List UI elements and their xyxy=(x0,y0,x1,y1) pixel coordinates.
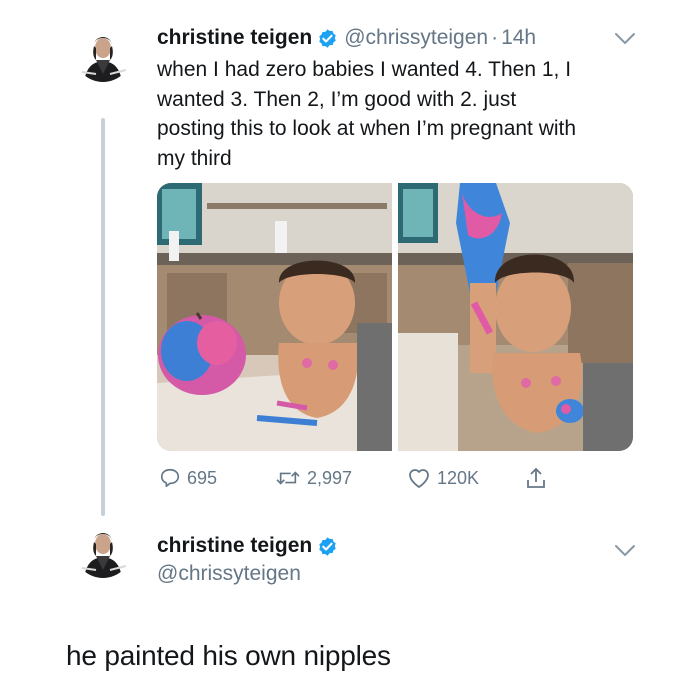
photo-left[interactable] xyxy=(157,183,392,451)
chevron-down-icon[interactable] xyxy=(614,32,636,46)
speech-bubble-icon xyxy=(159,467,181,489)
photo-right[interactable] xyxy=(398,183,633,451)
tweet-text-line: when I had zero babies I wanted 4. Then … xyxy=(157,58,572,81)
tweet-media xyxy=(157,183,633,451)
reply-count: 695 xyxy=(187,467,218,488)
tweet-text-line: wanted 3. Then 2, I’m good with 2. just xyxy=(157,87,517,111)
avatar[interactable] xyxy=(74,24,132,82)
author-name[interactable]: christine teigen xyxy=(157,534,312,558)
avatar-image xyxy=(74,520,132,578)
retweet-button[interactable]: 2,997 xyxy=(275,463,352,493)
tweet-text-line: my third xyxy=(157,146,232,170)
retweet-count: 2,997 xyxy=(307,467,353,488)
retweet-arrows-icon xyxy=(275,467,301,489)
thread-line xyxy=(101,118,105,516)
author-handle[interactable]: @chrissyteigen xyxy=(344,26,488,50)
avatar[interactable] xyxy=(74,520,132,578)
chevron-down-icon[interactable] xyxy=(614,544,636,558)
tweet-text: when I had zero babies I wanted 4. Then … xyxy=(157,55,647,173)
author-handle[interactable]: @chrissyteigen xyxy=(157,562,301,586)
reply-button[interactable]: 695 xyxy=(159,463,217,493)
like-count: 120K xyxy=(437,467,480,488)
separator-dot: · xyxy=(491,26,499,49)
tweet-header: christine teigen xyxy=(157,534,338,558)
author-name[interactable]: christine teigen xyxy=(157,26,312,50)
verified-badge-icon xyxy=(317,536,338,557)
heart-icon xyxy=(407,467,431,489)
tweet-actions: 695 2,997 120K xyxy=(157,463,577,493)
verified-badge-icon xyxy=(317,28,338,49)
like-button[interactable]: 120K xyxy=(407,463,479,493)
avatar-image xyxy=(74,24,132,82)
upload-arrow-icon xyxy=(525,466,547,490)
timestamp[interactable]: 14h xyxy=(501,26,536,50)
share-button[interactable] xyxy=(525,463,547,493)
tweet-text: he painted his own nipples xyxy=(66,640,391,671)
tweet-text-line: posting this to look at when I’m pregnan… xyxy=(157,117,577,140)
tweet-header: christine teigen @chrissyteigen · 14h xyxy=(157,24,536,52)
